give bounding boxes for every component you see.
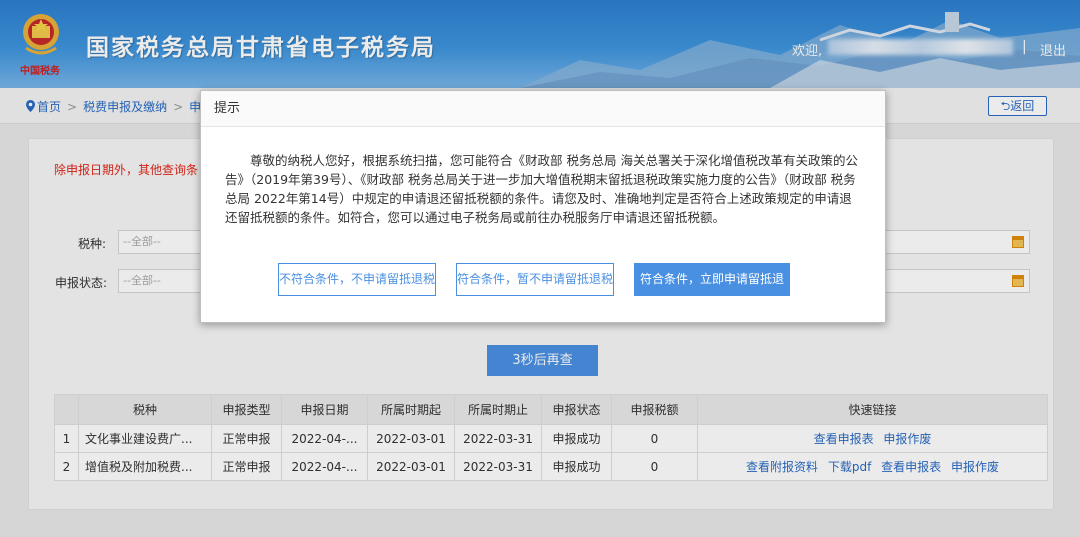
- apply-refund-button[interactable]: 符合条件，立即申请留抵退税: [634, 263, 790, 317]
- not-eligible-button[interactable]: 不符合条件，不申请留抵退税: [278, 263, 436, 296]
- dialog-title: 提示: [201, 91, 885, 127]
- dialog-message: 尊敬的纳税人您好，根据系统扫描，您可能符合《财政部 税务总局 海关总署关于深化增…: [225, 153, 858, 225]
- defer-refund-button[interactable]: 符合条件，暂不申请留抵退税: [456, 263, 614, 296]
